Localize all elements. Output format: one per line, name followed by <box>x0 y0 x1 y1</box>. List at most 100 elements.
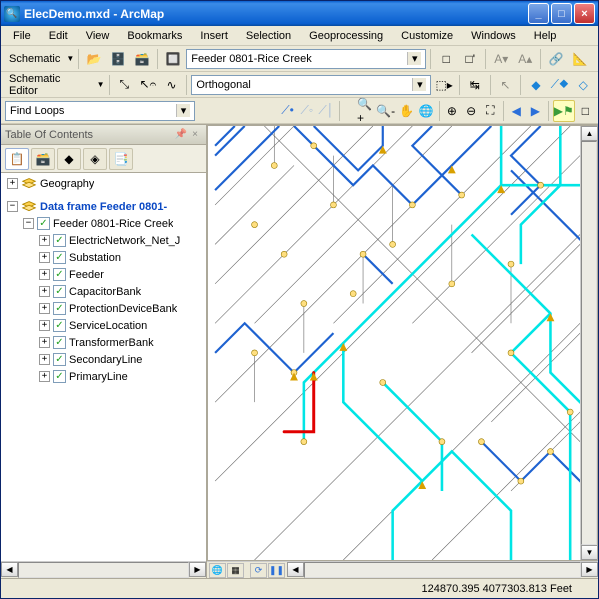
propagate2-icon[interactable]: □' <box>459 48 481 70</box>
tree-node-layer[interactable]: + ✓ PrimaryLine <box>1 368 206 385</box>
select-features-icon[interactable]: ▶⚑ <box>553 100 575 122</box>
zoom-in-icon[interactable]: 🔍+ <box>356 100 373 122</box>
expand-icon[interactable]: + <box>39 320 50 331</box>
full-extent-icon[interactable]: ⛶ <box>482 100 499 122</box>
chevron-down-icon[interactable]: ▾ <box>176 104 190 117</box>
restore-icon[interactable]: 🔗 <box>545 48 567 70</box>
globe-icon[interactable]: 🌐 <box>417 100 434 122</box>
tree-node-layer[interactable]: + ✓ Substation <box>1 249 206 266</box>
expand-icon[interactable]: + <box>39 286 50 297</box>
vertex-icon[interactable]: ◇ <box>572 74 594 96</box>
scroll-left-icon[interactable]: ◀ <box>1 562 18 577</box>
data-view-button[interactable]: 🌐 <box>209 563 226 578</box>
expand-icon[interactable]: + <box>39 337 50 348</box>
pan-icon[interactable]: ✋ <box>398 100 415 122</box>
close-button[interactable]: × <box>574 3 595 24</box>
collapse-icon[interactable]: − <box>7 201 18 212</box>
scroll-track[interactable] <box>304 562 581 578</box>
close-icon[interactable]: × <box>188 128 202 142</box>
next-extent-icon[interactable]: ▶ <box>527 100 544 122</box>
generate-diagram-icon[interactable]: 🗄️ <box>107 48 129 70</box>
toc-hscroll[interactable]: ◀ ▶ <box>1 561 206 578</box>
layout-view-button[interactable]: ▦ <box>227 563 244 578</box>
list-by-drawing-tab[interactable]: 📋 <box>5 148 29 170</box>
propagate-icon[interactable]: □ <box>435 48 457 70</box>
add-node-icon[interactable]: ◆ <box>525 74 547 96</box>
layer-checkbox[interactable]: ✓ <box>53 336 66 349</box>
fixed-zoom-out-icon[interactable]: ⊖ <box>463 100 480 122</box>
menu-help[interactable]: Help <box>526 28 565 44</box>
chevron-down-icon[interactable]: ▾ <box>407 52 421 65</box>
expand-icon[interactable]: + <box>7 178 18 189</box>
apply-layout-icon[interactable]: ⬚▸ <box>433 74 455 96</box>
tree-node-layer[interactable]: + ✓ TransformerBank <box>1 334 206 351</box>
pointer-icon[interactable]: ↖ <box>495 74 517 96</box>
layer-checkbox[interactable]: ✓ <box>53 251 66 264</box>
schematic-label[interactable]: Schematic <box>5 53 64 65</box>
layer-checkbox[interactable]: ✓ <box>53 268 66 281</box>
collapse-icon[interactable]: − <box>23 218 34 229</box>
scroll-right-icon[interactable]: ▶ <box>581 562 598 577</box>
layer-checkbox[interactable]: ✓ <box>53 285 66 298</box>
toc-tree[interactable]: + Geography − Data frame Feeder 0801- <box>1 173 206 561</box>
scroll-track[interactable] <box>581 141 597 545</box>
layer-checkbox[interactable]: ✓ <box>53 302 66 315</box>
diagram-combobox[interactable]: Feeder 0801-Rice Creek ▾ <box>186 49 426 69</box>
zoom-out-icon[interactable]: 🔍- <box>375 100 396 122</box>
menu-view[interactable]: View <box>78 28 118 44</box>
scroll-left-icon[interactable]: ◀ <box>287 562 304 577</box>
expand-icon[interactable]: + <box>39 235 50 246</box>
connect-icon[interactable]: ⟋◆ <box>549 74 571 96</box>
layer-checkbox[interactable]: ✓ <box>53 353 66 366</box>
scroll-up-icon[interactable]: ▲ <box>581 126 598 141</box>
select-icon[interactable]: ↖𝄐 <box>137 74 159 96</box>
expand-icon[interactable]: + <box>39 252 50 263</box>
tree-node-layer[interactable]: + ✓ Feeder <box>1 266 206 283</box>
prev-extent-icon[interactable]: ◀ <box>508 100 525 122</box>
open-diagram-icon[interactable]: 📂 <box>83 48 105 70</box>
tree-node-layer[interactable]: + ✓ CapacitorBank <box>1 283 206 300</box>
tree-node-geography[interactable]: + Geography <box>1 175 206 192</box>
tree-node-layer[interactable]: + ✓ SecondaryLine <box>1 351 206 368</box>
fixed-zoom-in-icon[interactable]: ⊕ <box>443 100 460 122</box>
tree-node-layer[interactable]: + ✓ ServiceLocation <box>1 317 206 334</box>
menu-file[interactable]: File <box>5 28 39 44</box>
menu-geoprocessing[interactable]: Geoprocessing <box>301 28 391 44</box>
pause-button[interactable]: ❚❚ <box>268 563 285 578</box>
map-canvas[interactable]: ▲ ▼ <box>207 125 598 561</box>
options-tab[interactable]: 📑 <box>109 148 133 170</box>
menu-selection[interactable]: Selection <box>238 28 299 44</box>
refresh-button[interactable]: ⟳ <box>250 563 267 578</box>
layout-icon[interactable]: 📐 <box>569 48 591 70</box>
layer-checkbox[interactable]: ✓ <box>53 370 66 383</box>
maximize-button[interactable]: □ <box>551 3 572 24</box>
save-diagram-icon[interactable]: 🔲 <box>162 48 184 70</box>
tree-node-feeder-root[interactable]: − ✓ Feeder 0801-Rice Creek <box>1 215 206 232</box>
update-diagram-icon[interactable]: 🗃️ <box>131 48 153 70</box>
trace-icon[interactable]: ⟋• <box>279 100 296 122</box>
scroll-right-icon[interactable]: ▶ <box>189 562 206 577</box>
list-by-selection-tab[interactable]: ◈ <box>83 148 107 170</box>
expand-icon[interactable]: + <box>39 269 50 280</box>
find-combobox[interactable]: Find Loops ▾ <box>5 101 195 121</box>
scroll-down-icon[interactable]: ▼ <box>581 545 598 560</box>
layout-combobox[interactable]: Orthogonal ▾ <box>191 75 431 95</box>
list-by-source-tab[interactable]: 🗃️ <box>31 148 55 170</box>
expand-icon[interactable]: + <box>39 303 50 314</box>
expand-icon[interactable]: + <box>39 371 50 382</box>
pin-icon[interactable]: 📌 <box>174 128 188 142</box>
tree-node-dataframe[interactable]: − Data frame Feeder 0801- <box>1 198 206 215</box>
scroll-track[interactable] <box>18 562 189 578</box>
edit-move-icon[interactable]: ⤡ <box>113 74 135 96</box>
menu-customize[interactable]: Customize <box>393 28 461 44</box>
editor-label[interactable]: Schematic Editor <box>5 73 95 97</box>
clear-selection-icon[interactable]: □ <box>577 100 594 122</box>
tree-node-layer[interactable]: + ✓ ElectricNetwork_Net_J <box>1 232 206 249</box>
menu-windows[interactable]: Windows <box>463 28 524 44</box>
layer-checkbox[interactable]: ✓ <box>53 319 66 332</box>
minimize-button[interactable]: _ <box>528 3 549 24</box>
expand-icon[interactable]: + <box>39 354 50 365</box>
link-icon[interactable]: ∿ <box>161 74 183 96</box>
menu-insert[interactable]: Insert <box>192 28 236 44</box>
align-icon[interactable]: ↹ <box>464 74 486 96</box>
